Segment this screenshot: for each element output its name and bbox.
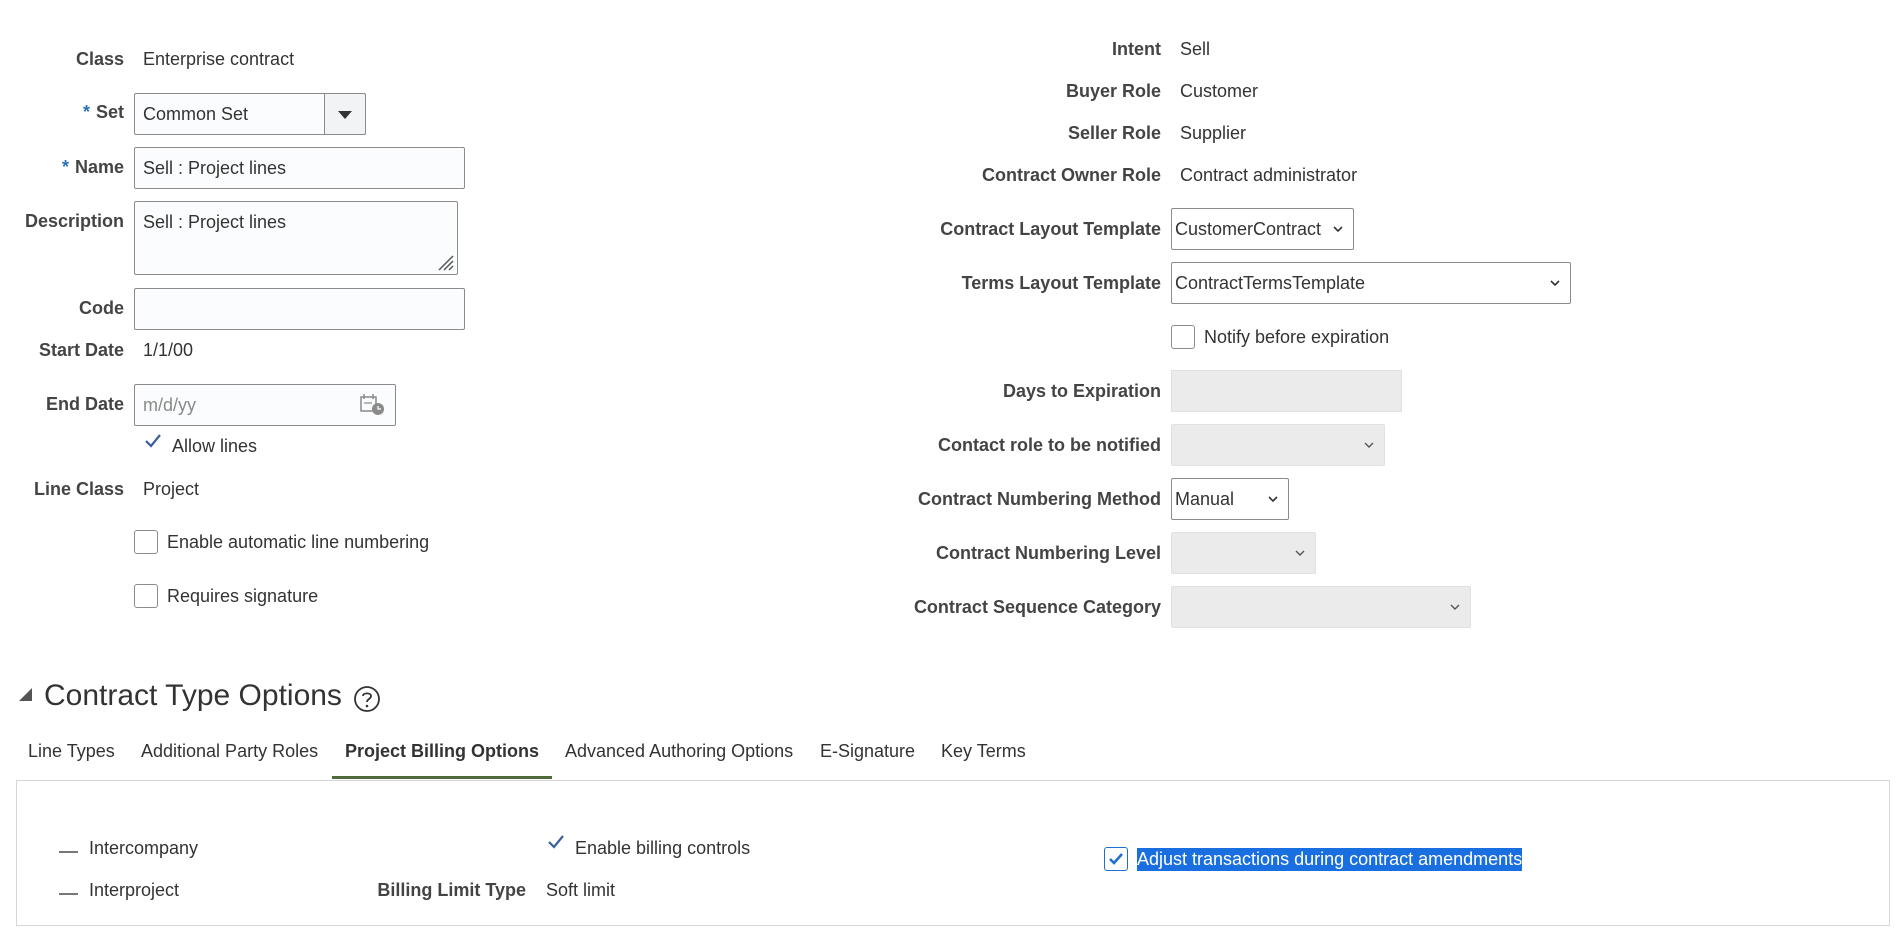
interproject-label: Interproject: [89, 880, 180, 900]
auto-line-numbering-label: Enable automatic line numbering: [167, 532, 430, 552]
help-icon[interactable]: [353, 685, 381, 713]
code-input[interactable]: [134, 288, 465, 330]
class-value: Enterprise contract: [143, 49, 295, 69]
numbering-level-label: Contract Numbering Level: [935, 543, 1161, 563]
checkmark-icon: [1109, 853, 1123, 865]
checkmark-icon: [548, 835, 564, 849]
line-class-value: Project: [143, 479, 200, 499]
tab-panel: [16, 780, 1890, 926]
section-title: Contract Type Options: [44, 679, 342, 712]
triangle-down-icon: [338, 111, 352, 119]
line-class-label: Line Class: [33, 479, 124, 499]
notify-checkbox[interactable]: [1171, 325, 1195, 349]
notify-label: Notify before expiration: [1204, 327, 1390, 347]
billing-limit-value: Soft limit: [546, 880, 616, 900]
chevron-down-icon: [1550, 280, 1560, 287]
name-label: * Name: [61, 157, 124, 177]
dash-icon: [59, 893, 78, 895]
tab-key-terms[interactable]: Key Terms: [941, 741, 1026, 762]
intent-label: Intent: [1112, 39, 1161, 59]
required-indicator: *: [82, 102, 90, 122]
layout-template-select[interactable]: CustomerContract: [1171, 208, 1354, 250]
collapse-triangle-icon[interactable]: [17, 686, 33, 702]
required-indicator: *: [61, 157, 69, 177]
tab-line-types[interactable]: Line Types: [28, 741, 115, 762]
requires-signature-checkbox[interactable]: [134, 584, 158, 608]
tab-e-signature[interactable]: E-Signature: [820, 741, 915, 762]
billing-limit-label: Billing Limit Type: [377, 880, 526, 900]
chevron-down-icon: [1364, 442, 1374, 448]
set-label: * Set: [82, 102, 124, 122]
tab-additional-party-roles[interactable]: Additional Party Roles: [141, 741, 318, 762]
calendar-icon[interactable]: [360, 393, 386, 417]
owner-role-value: Contract administrator: [1180, 165, 1358, 185]
terms-template-label: Terms Layout Template: [961, 273, 1161, 293]
description-textarea[interactable]: Sell : Project lines: [134, 201, 458, 275]
billing-controls-label: Enable billing controls: [575, 838, 751, 858]
chevron-down-icon: [1450, 604, 1460, 610]
active-tab-indicator: [332, 776, 552, 779]
seller-role-value: Supplier: [1180, 123, 1247, 143]
contact-role-select[interactable]: [1171, 424, 1385, 466]
description-label: Description: [24, 211, 124, 231]
code-label: Code: [79, 298, 124, 318]
numbering-method-select[interactable]: Manual: [1171, 478, 1289, 520]
class-label: Class: [75, 49, 124, 69]
end-date-input[interactable]: m/d/yy: [134, 384, 396, 426]
resize-handle-icon[interactable]: [435, 252, 455, 272]
dash-icon: [59, 851, 78, 853]
buyer-role-value: Customer: [1180, 81, 1259, 101]
tab-project-billing-options[interactable]: Project Billing Options: [345, 741, 539, 762]
intercompany-label: Intercompany: [89, 838, 199, 858]
set-dropdown-button[interactable]: [324, 93, 366, 135]
sequence-category-select[interactable]: [1171, 586, 1471, 628]
days-label: Days to Expiration: [1002, 381, 1161, 401]
contact-role-label: Contact role to be notified: [938, 435, 1161, 455]
adjust-transactions-label: Adjust transactions during contract amen…: [1137, 848, 1523, 871]
intent-value: Sell: [1180, 39, 1211, 59]
chevron-down-icon: [1295, 550, 1305, 556]
days-input[interactable]: [1171, 370, 1402, 412]
layout-template-label: Contract Layout Template: [940, 219, 1161, 239]
checkmark-icon: [145, 434, 161, 448]
sequence-category-label: Contract Sequence Category: [913, 597, 1161, 617]
auto-line-numbering-checkbox[interactable]: [134, 530, 158, 554]
name-input[interactable]: Sell : Project lines: [134, 147, 465, 189]
start-date-value: 1/1/00: [143, 340, 194, 360]
allow-lines-label: Allow lines: [172, 436, 258, 456]
chevron-down-icon: [1333, 226, 1343, 233]
owner-role-label: Contract Owner Role: [981, 165, 1161, 185]
tab-advanced-authoring-options[interactable]: Advanced Authoring Options: [565, 741, 793, 762]
terms-template-select[interactable]: ContractTermsTemplate: [1171, 262, 1571, 304]
requires-signature-label: Requires signature: [167, 586, 319, 606]
numbering-level-select[interactable]: [1171, 532, 1316, 574]
chevron-down-icon: [1268, 496, 1278, 503]
start-date-label: Start Date: [38, 340, 124, 360]
numbering-method-label: Contract Numbering Method: [918, 489, 1161, 509]
seller-role-label: Seller Role: [1067, 123, 1161, 143]
end-date-label: End Date: [45, 394, 124, 414]
buyer-role-label: Buyer Role: [1065, 81, 1161, 101]
adjust-transactions-checkbox[interactable]: [1104, 847, 1128, 871]
